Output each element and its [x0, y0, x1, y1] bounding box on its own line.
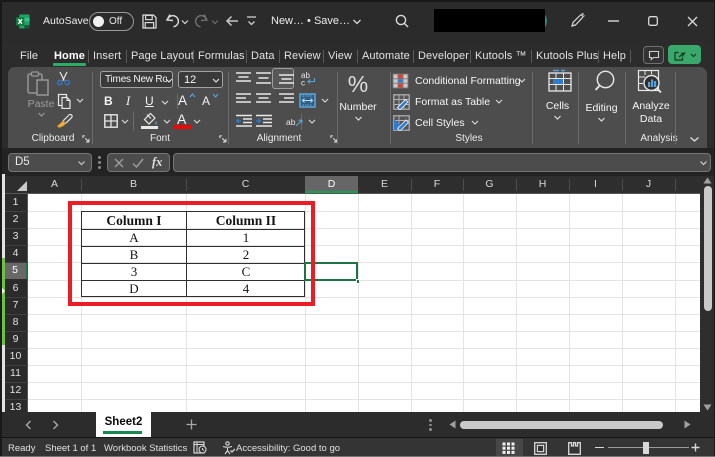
svg-text:ab: ab [286, 117, 296, 127]
svg-text:c: c [301, 79, 305, 87]
